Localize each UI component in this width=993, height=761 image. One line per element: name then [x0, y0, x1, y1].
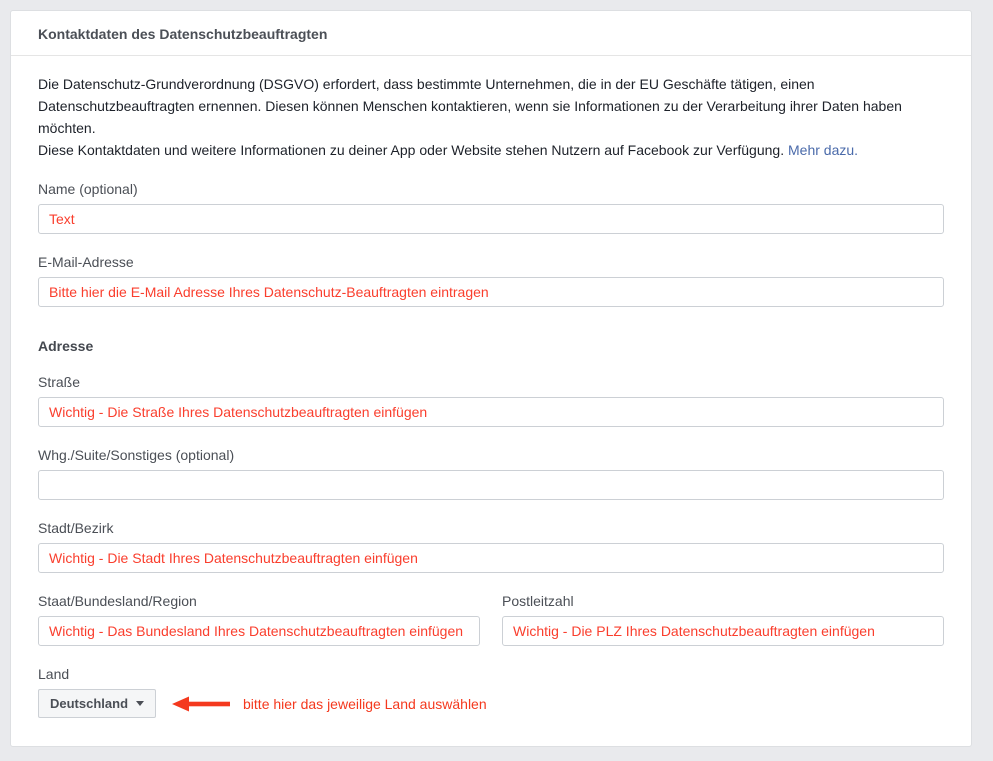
- field-apt: Whg./Suite/Sonstiges (optional): [38, 447, 944, 500]
- page-title: Kontaktdaten des Datenschutzbeauftragten: [38, 26, 944, 42]
- country-row: Deutschland bitte hier das jeweilige Lan…: [38, 689, 944, 718]
- card-header: Kontaktdaten des Datenschutzbeauftragten: [11, 11, 971, 56]
- country-label: Land: [38, 666, 944, 682]
- annotation-text: bitte hier das jeweilige Land auswählen: [243, 696, 487, 712]
- city-input[interactable]: [38, 543, 944, 573]
- name-label: Name (optional): [38, 181, 944, 197]
- chevron-down-icon: [136, 701, 144, 706]
- card-body: Die Datenschutz-Grundverordnung (DSGVO) …: [11, 56, 971, 740]
- street-label: Straße: [38, 374, 944, 390]
- zip-label: Postleitzahl: [502, 593, 944, 609]
- intro-paragraph-1: Die Datenschutz-Grundverordnung (DSGVO) …: [38, 73, 944, 139]
- field-city: Stadt/Bezirk: [38, 520, 944, 573]
- email-input[interactable]: [38, 277, 944, 307]
- state-label: Staat/Bundesland/Region: [38, 593, 480, 609]
- field-row-state-zip: Staat/Bundesland/Region Postleitzahl: [38, 593, 944, 646]
- field-street: Straße: [38, 374, 944, 427]
- street-input[interactable]: [38, 397, 944, 427]
- field-zip: Postleitzahl: [502, 593, 944, 646]
- field-email: E-Mail-Adresse: [38, 254, 944, 307]
- mehr-dazu-link[interactable]: Mehr dazu.: [788, 142, 858, 158]
- intro-paragraph-2: Diese Kontaktdaten und weitere Informati…: [38, 139, 944, 161]
- country-dropdown[interactable]: Deutschland: [38, 689, 156, 718]
- name-input[interactable]: [38, 204, 944, 234]
- email-label: E-Mail-Adresse: [38, 254, 944, 270]
- field-state: Staat/Bundesland/Region: [38, 593, 480, 646]
- annotation-arrow-icon: [172, 695, 230, 713]
- gdpr-contact-card: Kontaktdaten des Datenschutzbeauftragten…: [10, 10, 972, 747]
- field-name: Name (optional): [38, 181, 944, 234]
- apt-input[interactable]: [38, 470, 944, 500]
- state-input[interactable]: [38, 616, 480, 646]
- city-label: Stadt/Bezirk: [38, 520, 944, 536]
- intro-paragraph-2-text: Diese Kontaktdaten und weitere Informati…: [38, 142, 784, 158]
- zip-input[interactable]: [502, 616, 944, 646]
- address-section-heading: Adresse: [38, 338, 944, 354]
- apt-label: Whg./Suite/Sonstiges (optional): [38, 447, 944, 463]
- field-country: Land Deutschland bitte hier das jeweilig…: [38, 666, 944, 718]
- country-selected-value: Deutschland: [50, 696, 128, 711]
